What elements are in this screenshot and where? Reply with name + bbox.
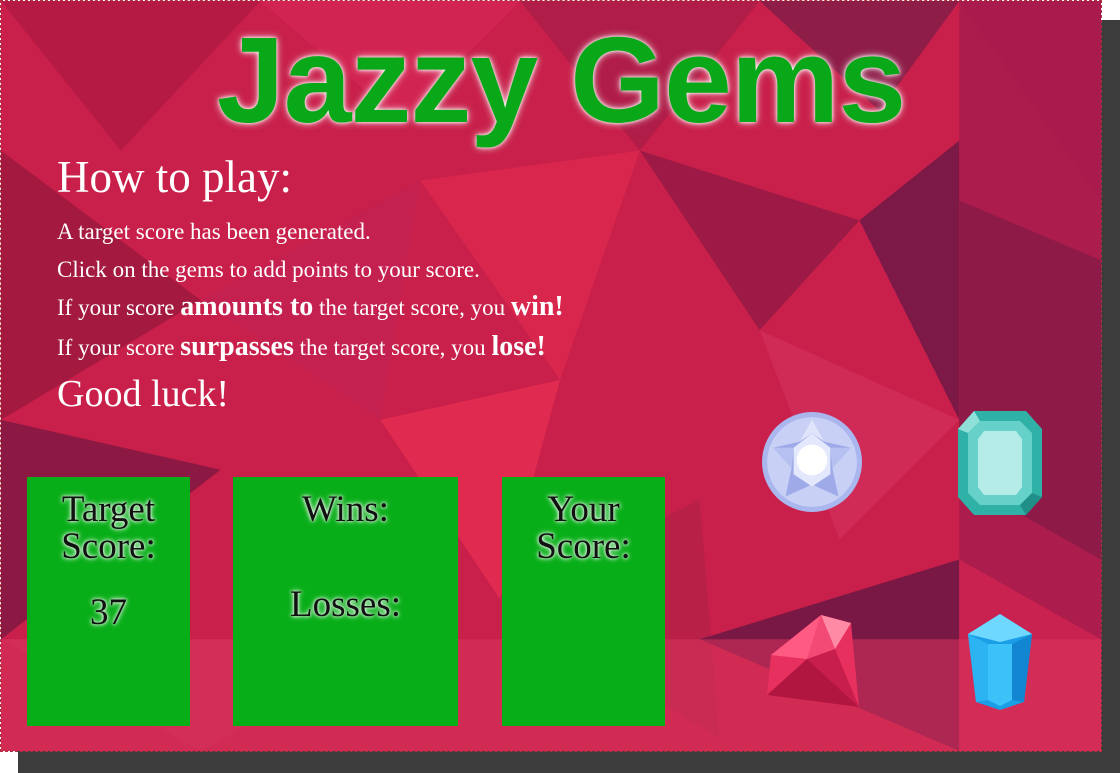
- target-score-value: 37: [90, 592, 127, 633]
- your-score-label-1: Your: [547, 489, 620, 530]
- target-score-panel: Target Score: 37: [27, 477, 190, 726]
- rule-line-2: Click on the gems to add points to your …: [57, 257, 480, 282]
- losses-label: Losses:: [290, 584, 401, 625]
- rule-line-3: If your score amounts to the target scor…: [57, 291, 564, 323]
- rule-line-4-mid: the target score, you: [293, 335, 492, 360]
- target-score-label-1: Target: [61, 489, 156, 530]
- rule-line-3-mid: the target score, you: [313, 295, 511, 320]
- how-to-play-heading: How to play:: [57, 152, 292, 202]
- ruby-gem-button[interactable]: [765, 615, 859, 707]
- rule-line-4-emphasis: surpasses: [180, 331, 294, 362]
- wins-losses-panel: Wins: Losses:: [233, 477, 458, 726]
- wins-label: Wins:: [302, 489, 389, 530]
- wins-value: [233, 528, 458, 576]
- rule-line-3-win: win!: [510, 291, 564, 322]
- diamond-gem-button[interactable]: [761, 411, 863, 513]
- target-score-label-2: Score:: [61, 526, 156, 567]
- your-score-label-2: Score:: [536, 526, 631, 567]
- good-luck-text: Good luck!: [57, 373, 230, 415]
- rule-line-4: If your score surpasses the target score…: [57, 331, 546, 363]
- rule-line-3-emphasis: amounts to: [180, 291, 314, 322]
- rule-line-4-pre: If your score: [57, 335, 181, 360]
- rule-line-1: A target score has been generated.: [57, 219, 371, 244]
- rule-line-3-pre: If your score: [57, 295, 181, 320]
- rule-line-4-lose: lose!: [491, 331, 546, 362]
- game-container: Jazzy Gems How to play: A target score h…: [0, 0, 1102, 752]
- aquamarine-gem-button[interactable]: [958, 411, 1042, 515]
- sapphire-gem-button[interactable]: [968, 614, 1032, 710]
- your-score-panel: Your Score:: [502, 477, 665, 726]
- game-title: Jazzy Gems: [216, 12, 907, 148]
